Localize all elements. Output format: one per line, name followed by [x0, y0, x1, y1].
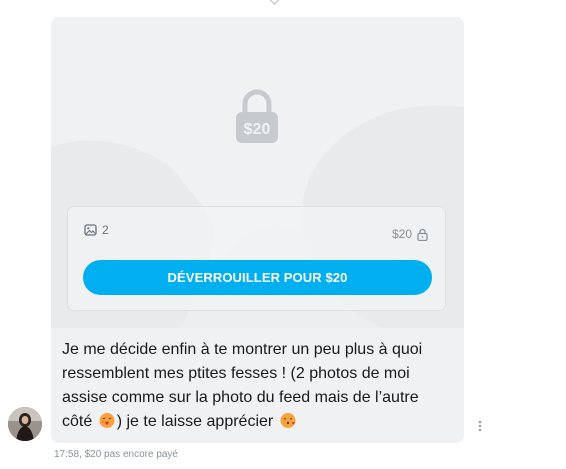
message-text-part: côté: [62, 413, 93, 430]
more-vertical-icon[interactable]: [478, 420, 482, 432]
media-count: 2: [84, 223, 109, 237]
message-line: assise comme sur la photo du feed mais d…: [62, 389, 419, 406]
unlock-button[interactable]: DÉVERROUILLER POUR $20: [83, 260, 432, 295]
price-tag: $20: [392, 227, 428, 241]
blowing-kiss-emoji-icon: [280, 413, 296, 428]
payment-status: $20 pas encore payé: [84, 449, 178, 460]
media-count-value: 2: [102, 223, 109, 237]
locked-media-preview[interactable]: $20 2 $20 DÉVERROUILLER POUR $20: [51, 17, 464, 328]
message-line: côté ) je te laisse apprécier: [62, 410, 442, 434]
message-text: Je me décide enfin à te montrer un peu p…: [62, 338, 442, 434]
message-time: 17:58,: [54, 449, 82, 460]
scroll-chevron-icon[interactable]: [268, 0, 281, 5]
kissing-heart-emoji-icon: [99, 413, 115, 428]
small-lock-icon: [417, 228, 428, 241]
image-icon: [84, 224, 97, 236]
unlock-card: 2 $20 DÉVERROUILLER POUR $20: [67, 206, 446, 311]
lock-icon: $20: [236, 89, 278, 143]
avatar-image: [8, 407, 42, 441]
message-bubble: $20 2 $20 DÉVERROUILLER POUR $20 Je me d…: [51, 17, 464, 443]
message-line: ressemblent mes ptites fesses ! (2 photo…: [62, 365, 410, 382]
avatar[interactable]: [8, 407, 42, 441]
price-value: $20: [391, 227, 412, 241]
message-meta: 17:58, $20 pas encore payé: [54, 449, 178, 460]
message-line: Je me décide enfin à te montrer un peu p…: [62, 341, 423, 358]
lock-price: $20: [244, 121, 271, 138]
message-text-part: ) je te laisse apprécier: [116, 413, 274, 430]
